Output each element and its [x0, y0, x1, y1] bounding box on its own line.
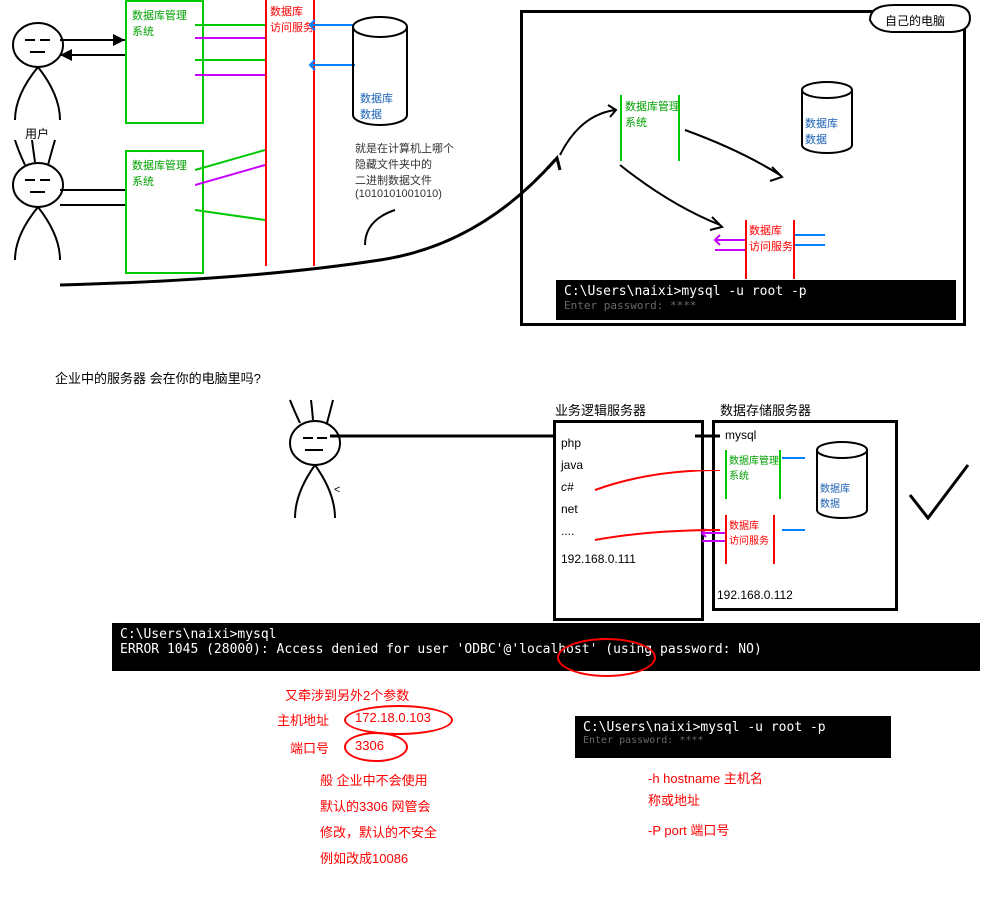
storage-mysql: mysql [725, 428, 756, 442]
localhost-circle [557, 638, 656, 677]
computer-label: 自己的电脑 [885, 12, 945, 29]
port-note: 般 企业中不会使用 默认的3306 网管会 修改，默认的不安全 例如改成1008… [320, 768, 437, 872]
mid-connector-2 [695, 432, 720, 442]
logic-server-label: 业务逻辑服务器 [555, 400, 646, 419]
svg-text:<: < [334, 484, 340, 496]
terminal-top: C:\Users\naixi>mysql -u root -p Enter pa… [556, 280, 956, 320]
host-circle [344, 705, 453, 735]
terminal-bottom-line1: C:\Users\naixi>mysql -u root -p [583, 720, 883, 735]
terminal-bottom: C:\Users\naixi>mysql -u root -p Enter pa… [575, 716, 891, 758]
mid-figure: < [275, 398, 355, 528]
terminal-error: C:\Users\naixi>mysql ERROR 1045 (28000):… [112, 623, 980, 671]
h-option-label: -h hostname 主机名 称或地址 [648, 768, 763, 812]
storage-db-label: 数据库 数据 [820, 480, 850, 510]
big-connector [0, 0, 570, 320]
extra-params-label: 又牵涉到另外2个参数 [285, 685, 409, 704]
host-label: 主机地址 [277, 710, 329, 729]
terminal-bottom-line2: Enter password: **** [583, 735, 883, 746]
storage-server-label: 数据存储服务器 [720, 400, 811, 419]
port-label: 端口号 [290, 738, 329, 757]
logic-lang-0: php [561, 436, 696, 450]
right-inner-arrows [540, 95, 810, 235]
terminal-top-line2: Enter password: **** [564, 299, 948, 312]
mid-connector-1 [330, 432, 555, 442]
storage-blue-arrows [780, 450, 810, 550]
checkmark-icon [908, 460, 973, 530]
terminal-error-line1: C:\Users\naixi>mysql [120, 627, 972, 642]
terminal-error-line2: ERROR 1045 (28000): Access denied for us… [120, 642, 972, 657]
question-text: 企业中的服务器 会在你的电脑里吗? [55, 368, 261, 387]
storage-ip: 192.168.0.112 [717, 588, 793, 602]
red-freehand-lines [590, 470, 740, 560]
terminal-top-line1: C:\Users\naixi>mysql -u root -p [564, 284, 948, 299]
port-circle [344, 732, 408, 762]
p-option-label: -P port 端口号 [648, 820, 729, 839]
